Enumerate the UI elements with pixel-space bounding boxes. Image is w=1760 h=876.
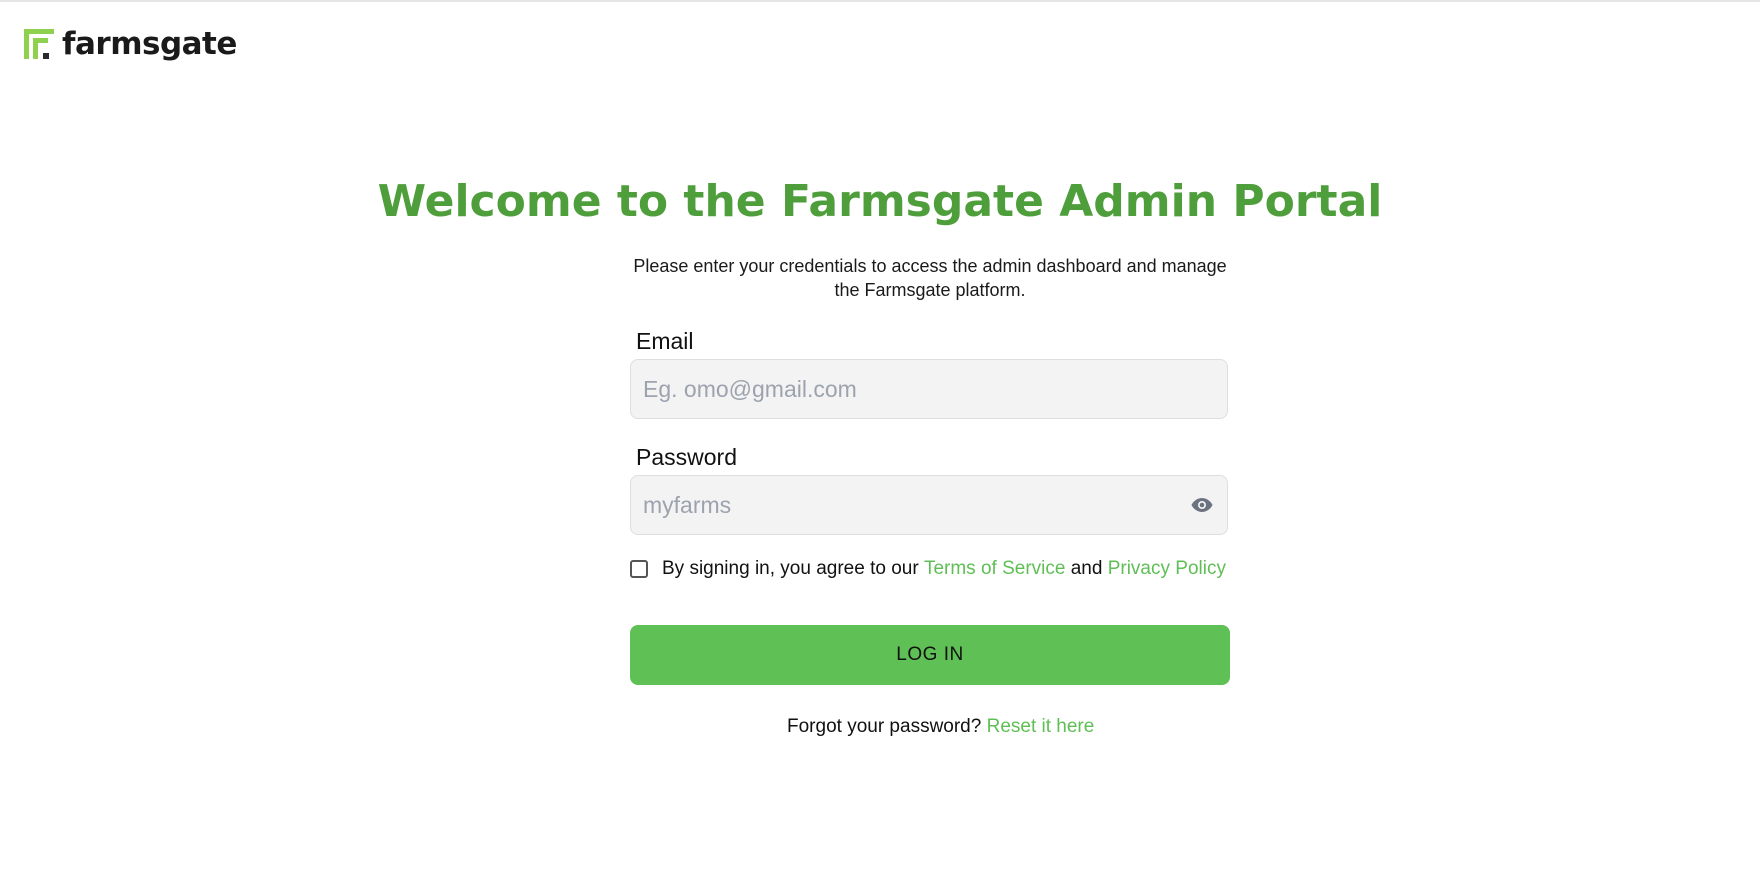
password-label: Password xyxy=(636,444,737,470)
terms-of-service-link[interactable]: Terms of Service xyxy=(924,558,1065,580)
top-border xyxy=(0,0,1760,2)
farmsgate-logo-mark-icon xyxy=(24,29,54,59)
email-input[interactable] xyxy=(643,375,1215,403)
password-field-wrapper xyxy=(630,475,1228,535)
login-button[interactable]: LOG IN xyxy=(630,625,1230,685)
eye-icon[interactable] xyxy=(1189,492,1215,518)
agreement-text: By signing in, you agree to our xyxy=(662,558,919,579)
reset-password-link[interactable]: Reset it here xyxy=(987,716,1095,737)
agreement-checkbox[interactable] xyxy=(630,560,648,578)
privacy-policy-link[interactable]: Privacy Policy xyxy=(1108,558,1226,580)
page-title: Welcome to the Farmsgate Admin Portal xyxy=(377,176,1383,227)
page-subtitle: Please enter your credentials to access … xyxy=(633,256,1227,300)
password-input[interactable] xyxy=(643,491,1189,519)
agreement-row: By signing in, you agree to our Terms of… xyxy=(630,558,1226,580)
email-label: Email xyxy=(636,328,694,354)
forgot-password-text: Forgot your password? xyxy=(787,716,982,737)
email-field-wrapper xyxy=(630,359,1228,419)
agreement-conjunction: and xyxy=(1070,558,1103,579)
brand-logo[interactable]: farmsgate xyxy=(24,24,237,64)
brand-name: farmsgate xyxy=(62,26,237,62)
